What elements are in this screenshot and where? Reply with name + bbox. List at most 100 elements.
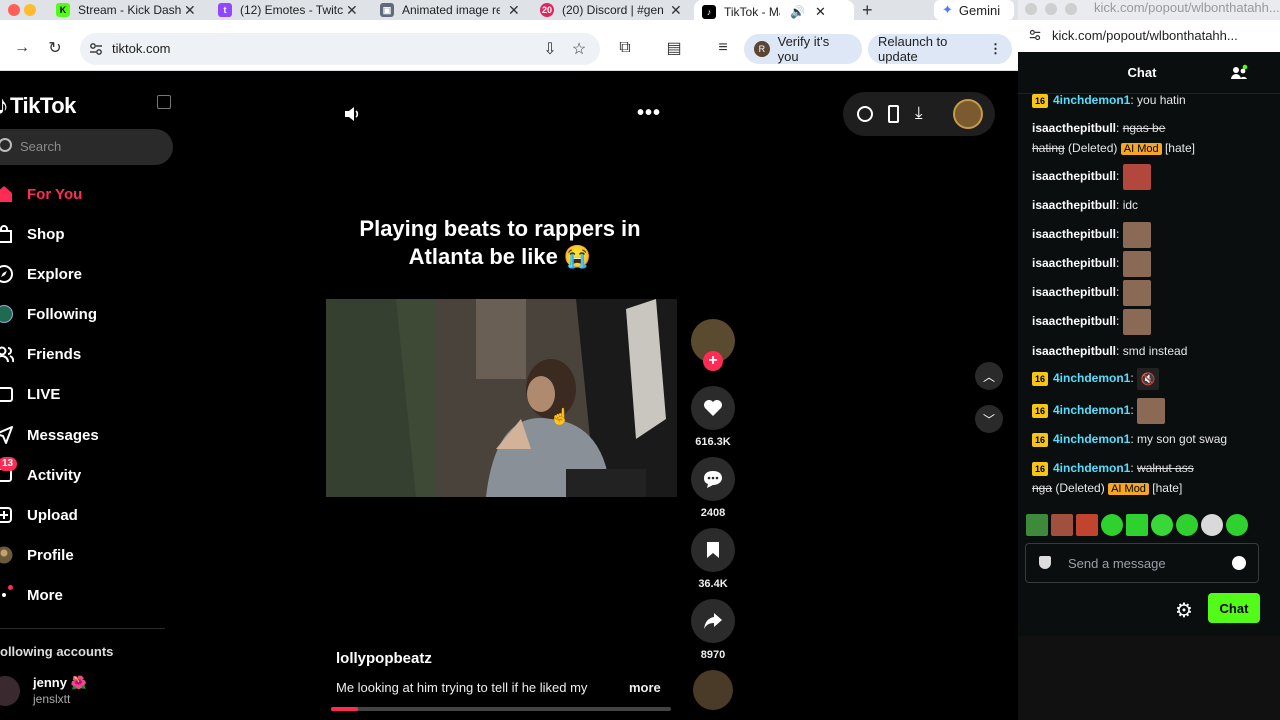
profile-avatar[interactable] [953,99,983,129]
sidebar-item-friends[interactable]: Friends [0,340,81,368]
sidebar-item-following[interactable]: Following [0,300,97,328]
sidebar-item-profile[interactable]: Profile [0,541,74,569]
relaunch-button[interactable]: Relaunch to update ⋮ [868,34,1012,64]
autoscroll-icon[interactable] [857,106,873,122]
extensions-icon[interactable]: ⧉ [615,38,635,58]
like-button[interactable] [691,386,735,430]
download-icon[interactable]: ⤓ [915,103,923,123]
tab-audio-icon[interactable]: 🔊 [790,5,805,19]
chat-username[interactable]: isaacthepitbull [1032,227,1116,241]
video-more-options-icon[interactable]: ••• [637,103,661,123]
url-text[interactable]: tiktok.com [112,41,171,56]
chat-settings-gear-icon[interactable]: ⚙ [1175,598,1193,623]
chat-username[interactable]: isaacthepitbull [1032,314,1116,328]
chat-username[interactable]: 4inchdemon1 [1053,432,1130,446]
previous-video-button[interactable]: ︿ [975,362,1003,390]
pepe-emote-icon[interactable] [1026,514,1048,536]
chat-input[interactable]: Send a message [1025,543,1259,583]
chat-username[interactable]: 4inchdemon1 [1053,94,1130,107]
sidebar-item-upload[interactable]: Upload [0,501,78,529]
kick-emote-icon[interactable] [1151,514,1173,536]
close-window-button[interactable] [8,4,20,16]
url-text[interactable]: kick.com/popout/wlbonthatahh... [1052,28,1238,43]
video-progress-bar[interactable] [331,707,671,711]
sidebar-item-messages[interactable]: Messages [0,421,99,449]
chat-users-icon[interactable] [1230,64,1248,82]
forward-icon[interactable]: → [12,38,32,58]
chat-username[interactable]: isaacthepitbull [1032,256,1116,270]
sidebar-item-for-you[interactable]: For You [0,180,82,208]
sidebar-item-explore[interactable]: Explore [0,260,82,288]
chat-username[interactable]: isaacthepitbull [1032,198,1116,212]
close-tab-icon[interactable]: ✕ [184,2,196,19]
volume-icon[interactable] [342,104,362,124]
close-window-button[interactable] [1025,3,1037,15]
site-settings-icon[interactable] [88,41,104,57]
nav-label: Activity [27,466,82,484]
video-author[interactable]: lollypopbeatz [336,650,432,667]
chat-username[interactable]: 4inchdemon1 [1053,403,1130,417]
close-tab-icon[interactable]: ✕ [346,2,358,19]
comment-button[interactable] [691,457,735,501]
sidebar-item-more[interactable]: More [0,581,63,609]
kick-emote-icon[interactable] [1176,514,1198,536]
account-avatar[interactable] [0,676,20,706]
nav-label: Explore [27,265,83,283]
chat-username[interactable]: 4inchdemon1 [1053,461,1130,475]
sidebar-item-activity[interactable]: 13 Activity [0,457,82,489]
sidebar-divider [0,628,165,629]
face-emote-icon[interactable] [1076,514,1098,536]
profile-avatar-icon [0,545,14,565]
next-video-button[interactable]: ﹀ [975,405,1003,433]
media-controls-icon[interactable]: ≡ [713,38,733,58]
sidebar-item-live[interactable]: LIVE [0,380,60,408]
zoom-window-button[interactable] [1065,3,1077,15]
follow-plus-button[interactable]: + [703,351,723,371]
close-tab-icon[interactable]: ✕ [508,2,520,19]
browser-tab[interactable]: ▣ Animated image re [380,0,500,20]
sound-disc-icon[interactable] [693,670,733,710]
sidebar-item-shop[interactable]: Shop [0,220,65,248]
collapse-sidebar-icon[interactable] [157,95,171,109]
description-more-button[interactable]: more [629,680,661,695]
face-emote-icon[interactable] [1051,514,1073,536]
mini-player-icon[interactable] [888,105,899,123]
kick-emote-icon[interactable] [1226,514,1248,536]
chat-username[interactable]: 4inchdemon1 [1053,371,1130,385]
search-input[interactable]: Search [0,129,173,165]
chat-message-list: 16 4inchdemon1: you hatin isaacthepitbull… [1018,94,1280,514]
kick-emote-icon[interactable] [1101,514,1123,536]
close-tab-icon[interactable]: ✕ [670,2,682,19]
browser-tab[interactable]: 20 (20) Discord | #gen [540,0,664,20]
chat-username[interactable]: isaacthepitbull [1032,121,1116,135]
send-chat-button[interactable]: Chat [1208,593,1260,623]
close-tab-icon[interactable]: ✕ [815,4,826,20]
reload-icon[interactable]: ↻ [45,38,65,58]
emoji-picker-icon[interactable] [1232,556,1246,570]
save-button[interactable] [691,528,735,572]
subscriber-badge: 16 [1032,404,1048,418]
kick-emote-icon[interactable] [1126,514,1148,536]
chat-username[interactable]: isaacthepitbull [1032,285,1116,299]
bookmark-star-icon[interactable]: ☆ [569,39,589,59]
video-frame[interactable]: ☝ [326,299,677,497]
reading-mode-icon[interactable]: ▤ [664,38,684,58]
share-button[interactable] [691,599,735,643]
browser-tab[interactable]: K Stream - Kick Dash [56,0,196,20]
friends-icon [0,344,14,364]
address-bar[interactable]: tiktok.com ⇩ ☆ [80,33,600,65]
chat-username[interactable]: isaacthepitbull [1032,344,1116,358]
minimize-window-button[interactable] [1045,3,1057,15]
minimize-window-button[interactable] [24,4,36,16]
verify-profile-button[interactable]: R Verify it's you [744,34,862,64]
tiktok-logo[interactable]: ♪ TikTok [0,90,76,121]
browser-tab[interactable]: t (12) Emotes - Twitc [218,0,348,20]
menu-kebab-icon[interactable]: ⋮ [989,41,1002,57]
account-name[interactable]: jenny 🌺 [33,675,87,691]
kick-emote-icon[interactable] [1201,514,1223,536]
install-app-icon[interactable]: ⇩ [540,39,560,59]
site-settings-icon[interactable] [1028,28,1042,42]
gemini-button[interactable]: ✦ Gemini [934,0,1014,20]
chat-username[interactable]: isaacthepitbull [1032,169,1116,183]
new-tab-button[interactable]: + [862,0,873,20]
